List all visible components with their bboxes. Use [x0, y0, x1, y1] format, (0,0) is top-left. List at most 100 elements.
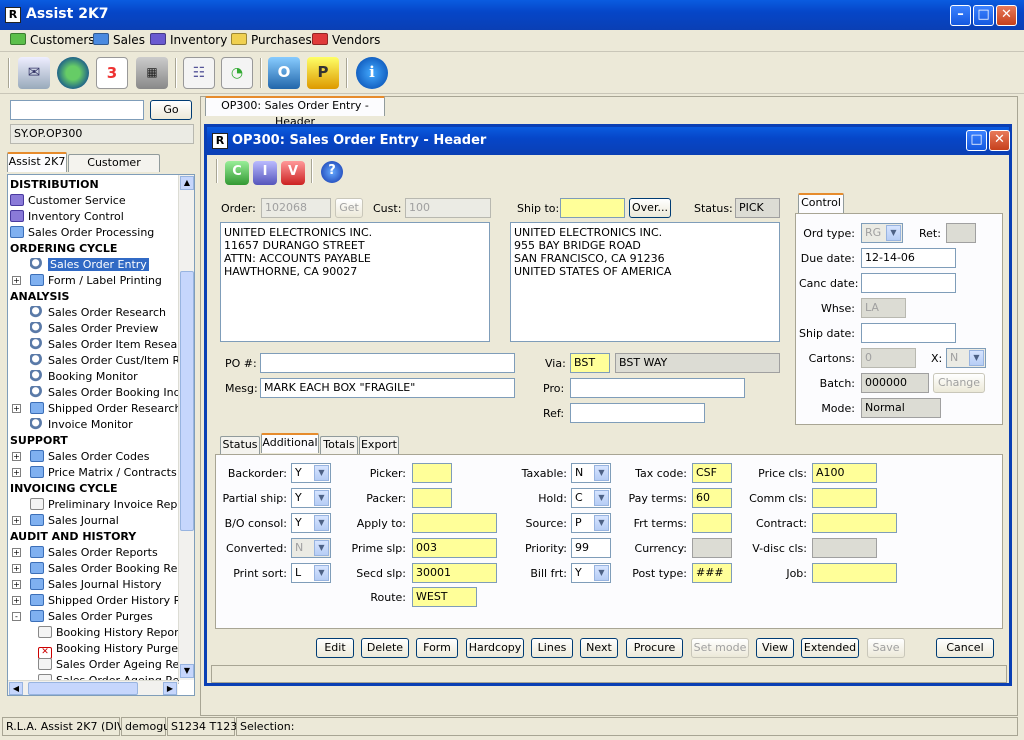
expand-icon[interactable]: + [12, 596, 21, 605]
extended-button[interactable]: Extended [801, 638, 859, 658]
tree-item[interactable]: Booking History Report [38, 625, 183, 641]
expand-icon[interactable]: + [12, 404, 21, 413]
tree-item[interactable]: Sales Order Entry [30, 257, 149, 273]
converted-select[interactable]: N ▼ [291, 538, 331, 558]
tree-item[interactable]: Booking Monitor [30, 369, 138, 385]
tree-item[interactable]: Sales Order Cust/Item Res [30, 353, 192, 369]
tree-item[interactable]: - Sales Order Purges [12, 609, 153, 625]
view-button[interactable]: View [756, 638, 794, 658]
menu-sales[interactable]: Sales [93, 33, 145, 49]
get-button[interactable]: Get [335, 198, 363, 218]
scroll-down-arrow-icon[interactable]: ▼ [180, 664, 194, 678]
ship-to-address[interactable]: UNITED ELECTRONICS INC. 955 BAY BRIDGE R… [510, 222, 780, 342]
tree-item[interactable]: + Sales Journal [12, 513, 119, 529]
search-input[interactable] [10, 100, 144, 120]
tree-item[interactable]: + Shipped Order Researches [12, 401, 194, 417]
globe-icon[interactable] [57, 57, 89, 89]
customer-lookup-icon[interactable]: C [225, 161, 249, 185]
taxable-select[interactable]: N ▼ [571, 463, 611, 483]
tree-horizontal-scrollbar[interactable]: ◀ ▶ [8, 680, 178, 695]
menu-inventory[interactable]: Inventory [150, 33, 227, 49]
tree-item[interactable]: Inventory Control [10, 209, 124, 225]
override-button[interactable]: Over... [629, 198, 671, 218]
tree-item[interactable]: + Sales Order Booking Repor [12, 561, 194, 577]
menu-vendors[interactable]: Vendors [312, 33, 380, 49]
report-icon[interactable]: ◔ [221, 57, 253, 89]
lines-button[interactable]: Lines [531, 638, 573, 658]
price-cls-field[interactable]: A100 [812, 463, 877, 483]
scroll-left-arrow-icon[interactable]: ◀ [9, 682, 23, 695]
po-number-field[interactable] [260, 353, 515, 373]
tree-item[interactable]: + Price Matrix / Contracts [12, 465, 177, 481]
pay-terms-field[interactable]: 60 [692, 488, 732, 508]
ship-date-field[interactable] [861, 323, 956, 343]
maximize-button[interactable]: □ [973, 5, 994, 26]
tree-item[interactable]: Sales Order Preview [30, 321, 158, 337]
next-button[interactable]: Next [580, 638, 618, 658]
secd-slp-field[interactable]: 30001 [412, 563, 497, 583]
tab-export[interactable]: Export [359, 436, 399, 454]
tree-hscroll-thumb[interactable] [28, 682, 138, 695]
ship-to-field[interactable] [560, 198, 625, 218]
publisher-icon[interactable]: P [307, 57, 339, 89]
scroll-right-arrow-icon[interactable]: ▶ [163, 682, 177, 695]
vendor-lookup-icon[interactable]: V [281, 161, 305, 185]
print-sort-select[interactable]: L ▼ [291, 563, 331, 583]
calculator-icon[interactable]: ▦ [136, 57, 168, 89]
close-button[interactable]: ✕ [996, 5, 1017, 26]
tree-item[interactable]: + Sales Order Reports [12, 545, 158, 561]
bo-consol-select[interactable]: Y ▼ [291, 513, 331, 533]
expand-icon[interactable]: + [12, 580, 21, 589]
delete-button[interactable]: Delete [361, 638, 409, 658]
message-field[interactable]: MARK EACH BOX "FRAGILE" [260, 378, 515, 398]
go-button[interactable]: Go [150, 100, 192, 120]
tree-item[interactable]: Sales Order Booking Inquir [30, 385, 194, 401]
expand-icon[interactable]: + [12, 564, 21, 573]
tab-assist-2k7[interactable]: Assist 2K7 [7, 152, 67, 172]
job-field[interactable] [812, 563, 897, 583]
ord-type-select[interactable]: RG ▼ [861, 223, 903, 243]
tree-item[interactable]: Sales Order Ageing Re [38, 657, 179, 673]
tree-item[interactable]: + Sales Journal History [12, 577, 161, 593]
pro-field[interactable] [570, 378, 745, 398]
backorder-select[interactable]: Y ▼ [291, 463, 331, 483]
menu-purchases[interactable]: Purchases [231, 33, 312, 49]
frt-terms-field[interactable] [692, 513, 732, 533]
menu-customers[interactable]: Customers [10, 33, 95, 49]
outlook-icon[interactable]: O [268, 57, 300, 89]
tab-customer-service[interactable]: Customer Service [68, 154, 160, 185]
ref-field[interactable] [570, 403, 705, 423]
edit-button[interactable]: Edit [316, 638, 354, 658]
change-button[interactable]: Change [933, 373, 985, 393]
customer-field[interactable]: 100 [405, 198, 491, 218]
inner-close-button[interactable]: ✕ [989, 130, 1010, 151]
hold-select[interactable]: C ▼ [571, 488, 611, 508]
tree-item[interactable]: Sales Order Research [30, 305, 166, 321]
post-type-field[interactable]: ### [692, 563, 732, 583]
set-mode-button[interactable]: Set mode [691, 638, 749, 658]
route-field[interactable]: WEST [412, 587, 477, 607]
item-lookup-icon[interactable]: I [253, 161, 277, 185]
tree-item[interactable]: Customer Service [10, 193, 126, 209]
tree-item[interactable]: + Shipped Order History Rep [12, 593, 194, 609]
mail-icon[interactable]: ✉ [18, 57, 50, 89]
info-icon[interactable]: i [356, 57, 388, 89]
tree-item[interactable]: Sales Order Item Research [30, 337, 194, 353]
tree-scroll-thumb[interactable] [180, 271, 194, 531]
tree-item[interactable]: Invoice Monitor [30, 417, 133, 433]
source-select[interactable]: P ▼ [571, 513, 611, 533]
x-select[interactable]: N ▼ [946, 348, 986, 368]
tax-code-field[interactable]: CSF [692, 463, 732, 483]
tree-item[interactable]: ✕ Booking History Purge [38, 641, 178, 659]
packer-field[interactable] [412, 488, 452, 508]
inner-maximize-button[interactable]: □ [966, 130, 987, 151]
due-date-field[interactable]: 12-14-06 [861, 248, 956, 268]
expand-icon[interactable]: + [12, 548, 21, 557]
tree-vertical-scrollbar[interactable]: ▲ ▼ [178, 175, 194, 680]
procure-button[interactable]: Procure [626, 638, 683, 658]
order-number-field[interactable]: 102068 [261, 198, 331, 218]
prime-slp-field[interactable]: 003 [412, 538, 497, 558]
tab-status[interactable]: Status [220, 436, 260, 454]
help-icon[interactable]: ? [321, 161, 343, 183]
tree-item[interactable]: + Form / Label Printing [12, 273, 162, 289]
